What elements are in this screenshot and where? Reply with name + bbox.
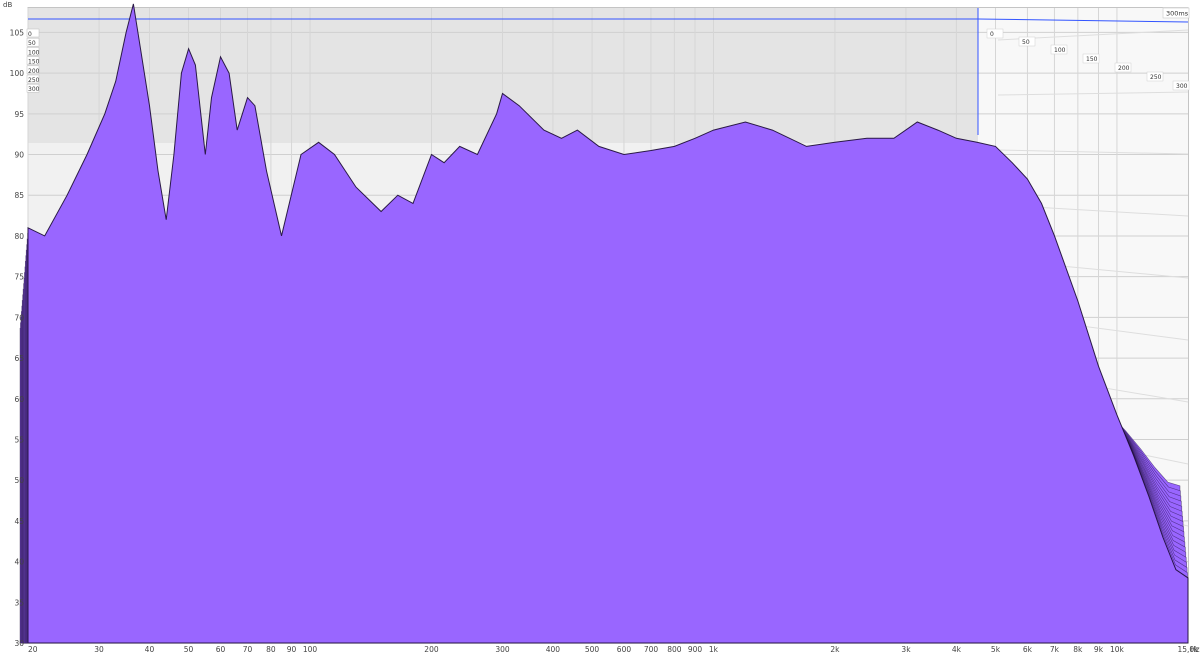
time-tick-label: 100 bbox=[28, 49, 40, 56]
y-tick-label: 30 bbox=[14, 639, 24, 648]
y-tick-label: 45 bbox=[14, 517, 24, 526]
time-tick-label: 300 bbox=[1176, 83, 1188, 90]
x-tick-label: 1k bbox=[709, 645, 719, 654]
y-tick-label: 40 bbox=[14, 558, 24, 567]
y-tick-label: 105 bbox=[10, 28, 25, 37]
x-tick-label: 5k bbox=[991, 645, 1001, 654]
x-tick-label: 3k bbox=[901, 645, 911, 654]
y-tick-label: 35 bbox=[14, 598, 24, 607]
x-tick-label: 60 bbox=[216, 645, 226, 654]
x-tick-label: 300 bbox=[495, 645, 510, 654]
x-tick-label: 40 bbox=[145, 645, 155, 654]
x-tick-label: 500 bbox=[585, 645, 600, 654]
time-tick-label: 0 bbox=[990, 31, 994, 38]
x-tick-label: 7k bbox=[1050, 645, 1060, 654]
x-tick-label: 90 bbox=[287, 645, 297, 654]
time-tick-label: 150 bbox=[28, 59, 40, 66]
y-tick-label: 85 bbox=[14, 191, 24, 200]
chart-svg: dB 35 40 45 50 55 60 65 70 75 80 85 90 95 100 105 30 20 30… bbox=[3, 1, 1200, 654]
x-tick-label: 50 bbox=[184, 645, 194, 654]
time-tick-label: 150 bbox=[1086, 56, 1098, 63]
time-tick-label: 50 bbox=[28, 40, 36, 47]
time-tick-label: 300 bbox=[28, 86, 40, 93]
x-tick-label: 30 bbox=[94, 645, 104, 654]
x-tick-label: 200 bbox=[424, 645, 439, 654]
time-tick-label: 250 bbox=[28, 77, 40, 84]
x-tick-label: 6k bbox=[1023, 645, 1033, 654]
time-tick-label: 100 bbox=[1054, 47, 1066, 54]
x-tick-label: 800 bbox=[667, 645, 682, 654]
time-tick-label: 200 bbox=[1118, 65, 1130, 72]
y-tick-label: 70 bbox=[14, 313, 24, 322]
x-tick-label: 10k bbox=[1110, 645, 1125, 654]
x-tick-label: 8k bbox=[1073, 645, 1083, 654]
y-tick-label: 75 bbox=[14, 273, 24, 282]
x-tick-label: 400 bbox=[546, 645, 561, 654]
x-tick-label: 2k bbox=[830, 645, 840, 654]
time-tick-label: 50 bbox=[1022, 39, 1030, 46]
x-tick-label: 9k bbox=[1094, 645, 1104, 654]
y-tick-label: 95 bbox=[14, 110, 24, 119]
x-tick-label: 900 bbox=[688, 645, 703, 654]
x-tick-label: 4k bbox=[952, 645, 962, 654]
x-tick-label: 100 bbox=[303, 645, 318, 654]
time-tick-label: 250 bbox=[1150, 74, 1162, 81]
waterfall-chart: dB 35 40 45 50 55 60 65 70 75 80 85 90 95 100 105 30 20 30… bbox=[0, 0, 1200, 656]
x-tick-label: 700 bbox=[644, 645, 659, 654]
x-tick-label: 600 bbox=[617, 645, 632, 654]
time-max-label: 300ms bbox=[1166, 10, 1189, 18]
x-axis: 20 30 40 50 60 70 80 90 100 200 300 400 500 600 700 800… bbox=[28, 645, 1200, 654]
y-tick-label: 80 bbox=[14, 232, 24, 241]
x-tick-label: 70 bbox=[243, 645, 253, 654]
y-axis-unit: dB bbox=[3, 1, 12, 9]
y-tick-label: 60 bbox=[14, 395, 24, 404]
time-tick-label: 200 bbox=[28, 68, 40, 75]
y-tick-label: 90 bbox=[14, 151, 24, 160]
x-axis-unit: Hz bbox=[1190, 645, 1200, 654]
y-tick-label: 50 bbox=[14, 476, 24, 485]
y-tick-label: 55 bbox=[14, 435, 24, 444]
y-tick-label: 65 bbox=[14, 354, 24, 363]
x-tick-label: 20 bbox=[28, 645, 38, 654]
y-tick-label: 100 bbox=[10, 69, 25, 78]
x-tick-label: 80 bbox=[266, 645, 276, 654]
time-tick-label: 0 bbox=[28, 31, 32, 38]
